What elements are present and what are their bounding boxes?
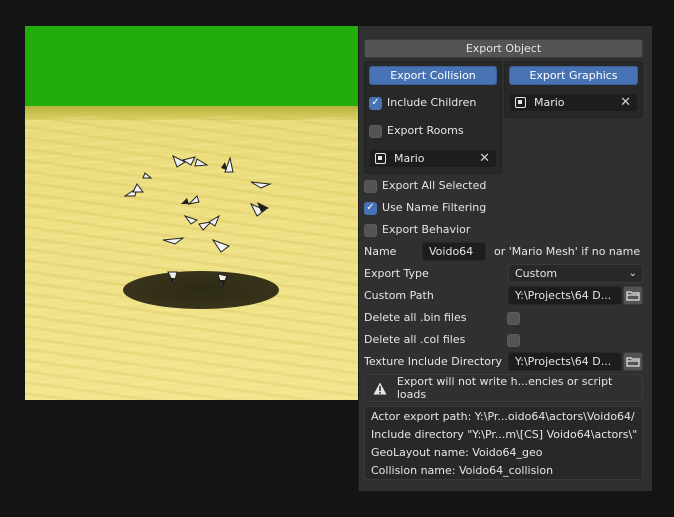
use-name-filtering-label: Use Name Filtering (382, 201, 487, 214)
warning-icon (373, 382, 387, 394)
collision-object-value: Mario (394, 152, 425, 165)
check-icon[interactable]: ✓ (364, 201, 377, 215)
custom-path-label: Custom Path (364, 289, 434, 302)
object-icon (375, 153, 386, 164)
export-all-selected-label: Export All Selected (382, 179, 487, 192)
texture-dir-input[interactable]: Y:\Projects\64 D... (508, 352, 622, 371)
export-rooms-checkbox[interactable] (369, 124, 382, 138)
warning-box: Export will not write h...encies or scri… (364, 374, 643, 402)
warning-text: Export will not write h...encies or scri… (396, 375, 613, 401)
name-label: Name (364, 245, 397, 258)
folder-icon (626, 291, 640, 301)
check-icon[interactable]: ✓ (369, 96, 382, 110)
name-input[interactable]: Voido64 (422, 242, 486, 261)
export-rooms-row[interactable]: Export Rooms (369, 122, 464, 140)
export-behavior-row[interactable]: Export Behavior (364, 221, 470, 239)
graphics-object-value: Mario (534, 96, 565, 109)
export-behavior-label: Export Behavior (382, 223, 471, 236)
collision-object-field[interactable]: Mario ✕ (369, 149, 497, 168)
custom-path-input[interactable]: Y:\Projects\64 D... (508, 286, 622, 305)
include-children-label: Include Children (387, 96, 477, 109)
export-info-box: Actor export path: Y:\Pr...oido64\actors… (364, 406, 643, 480)
export-collision-button[interactable]: Export Collision (369, 66, 497, 85)
info-line-collision: Collision name: Voido64_collision (371, 464, 554, 477)
character-spikes (123, 154, 272, 290)
info-line-include-dir: Include directory "Y:\Pr...m\[CS] Voido6… (371, 428, 638, 441)
close-icon[interactable]: ✕ (620, 94, 631, 111)
graphics-object-field[interactable]: Mario ✕ (509, 93, 638, 112)
3d-viewport[interactable] (25, 26, 360, 400)
object-icon (515, 97, 526, 108)
export-behavior-checkbox[interactable] (364, 223, 377, 237)
export-rooms-label: Export Rooms (387, 124, 464, 137)
custom-path-browse-button[interactable] (623, 286, 643, 305)
delete-bin-checkbox[interactable] (507, 312, 520, 325)
export-all-selected-row[interactable]: Export All Selected (364, 177, 486, 195)
export-all-selected-checkbox[interactable] (364, 179, 377, 193)
export-type-value: Custom (515, 267, 558, 280)
texture-dir-label: Texture Include Directory (364, 355, 502, 368)
use-name-filtering-row[interactable]: ✓ Use Name Filtering (364, 199, 486, 217)
include-children-row[interactable]: ✓ Include Children (369, 94, 476, 112)
export-type-dropdown[interactable]: Custom ⌄ (508, 264, 643, 283)
close-icon[interactable]: ✕ (479, 150, 490, 167)
export-object-button[interactable]: Export Object (364, 39, 643, 58)
export-graphics-button[interactable]: Export Graphics (509, 66, 638, 85)
folder-icon (626, 357, 640, 367)
export-type-label: Export Type (364, 267, 429, 280)
chevron-down-icon: ⌄ (628, 268, 637, 279)
name-hint: or 'Mario Mesh' if no name (494, 245, 641, 258)
delete-col-checkbox[interactable] (507, 334, 520, 347)
texture-dir-browse-button[interactable] (623, 352, 643, 371)
properties-panel: Export Object Export Collision ✓ Include… (358, 26, 652, 491)
info-line-actor-path: Actor export path: Y:\Pr...oido64\actors… (371, 410, 635, 423)
info-line-geolayout: GeoLayout name: Voido64_geo (371, 446, 543, 459)
delete-bin-label: Delete all .bin files (364, 311, 467, 324)
delete-col-label: Delete all .col files (364, 333, 466, 346)
